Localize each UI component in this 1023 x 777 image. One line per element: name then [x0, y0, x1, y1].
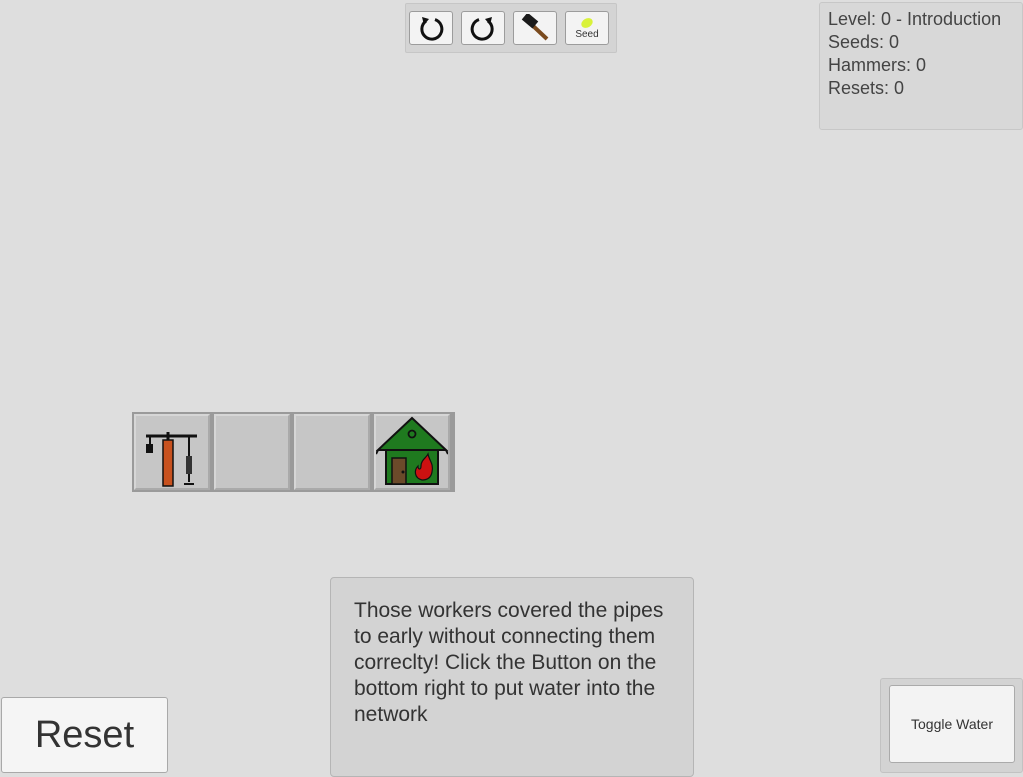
water-source-icon [146, 432, 197, 487]
hammers-count: Hammers: 0 [828, 55, 927, 75]
tile-burning-house[interactable] [374, 414, 450, 490]
seed-label: Seed [575, 29, 599, 40]
rotate-left-icon [420, 17, 444, 41]
toggle-water-panel: Toggle Water [880, 678, 1023, 773]
message-text: Those workers covered the pipes to early… [354, 599, 664, 726]
rotate-right-icon [470, 17, 494, 41]
rotate-left-button[interactable] [409, 11, 453, 45]
status-panel: Level: 0 - Introduction Seeds: 0 Hammers… [819, 2, 1023, 130]
message-box: Those workers covered the pipes to early… [330, 577, 694, 777]
seed-button[interactable]: Seed [565, 11, 609, 45]
toolbar: Seed [405, 3, 617, 53]
tile-water-source[interactable] [134, 414, 210, 490]
hammer-icon [521, 14, 549, 41]
seed-wrap: Seed [575, 16, 599, 40]
toggle-water-button[interactable]: Toggle Water [889, 685, 1015, 763]
hammer-button[interactable] [513, 11, 557, 45]
tile-empty[interactable] [214, 414, 290, 490]
resets-count: Resets: 0 [828, 78, 905, 98]
level-text: Level: 0 - Introduction [828, 9, 1002, 29]
burning-house-icon [375, 416, 449, 485]
reset-button[interactable]: Reset [1, 697, 168, 773]
seed-icon [581, 18, 593, 28]
pipe-grid [132, 412, 455, 492]
tile-empty[interactable] [294, 414, 370, 490]
rotate-right-button[interactable] [461, 11, 505, 45]
seeds-count: Seeds: 0 [828, 32, 900, 52]
